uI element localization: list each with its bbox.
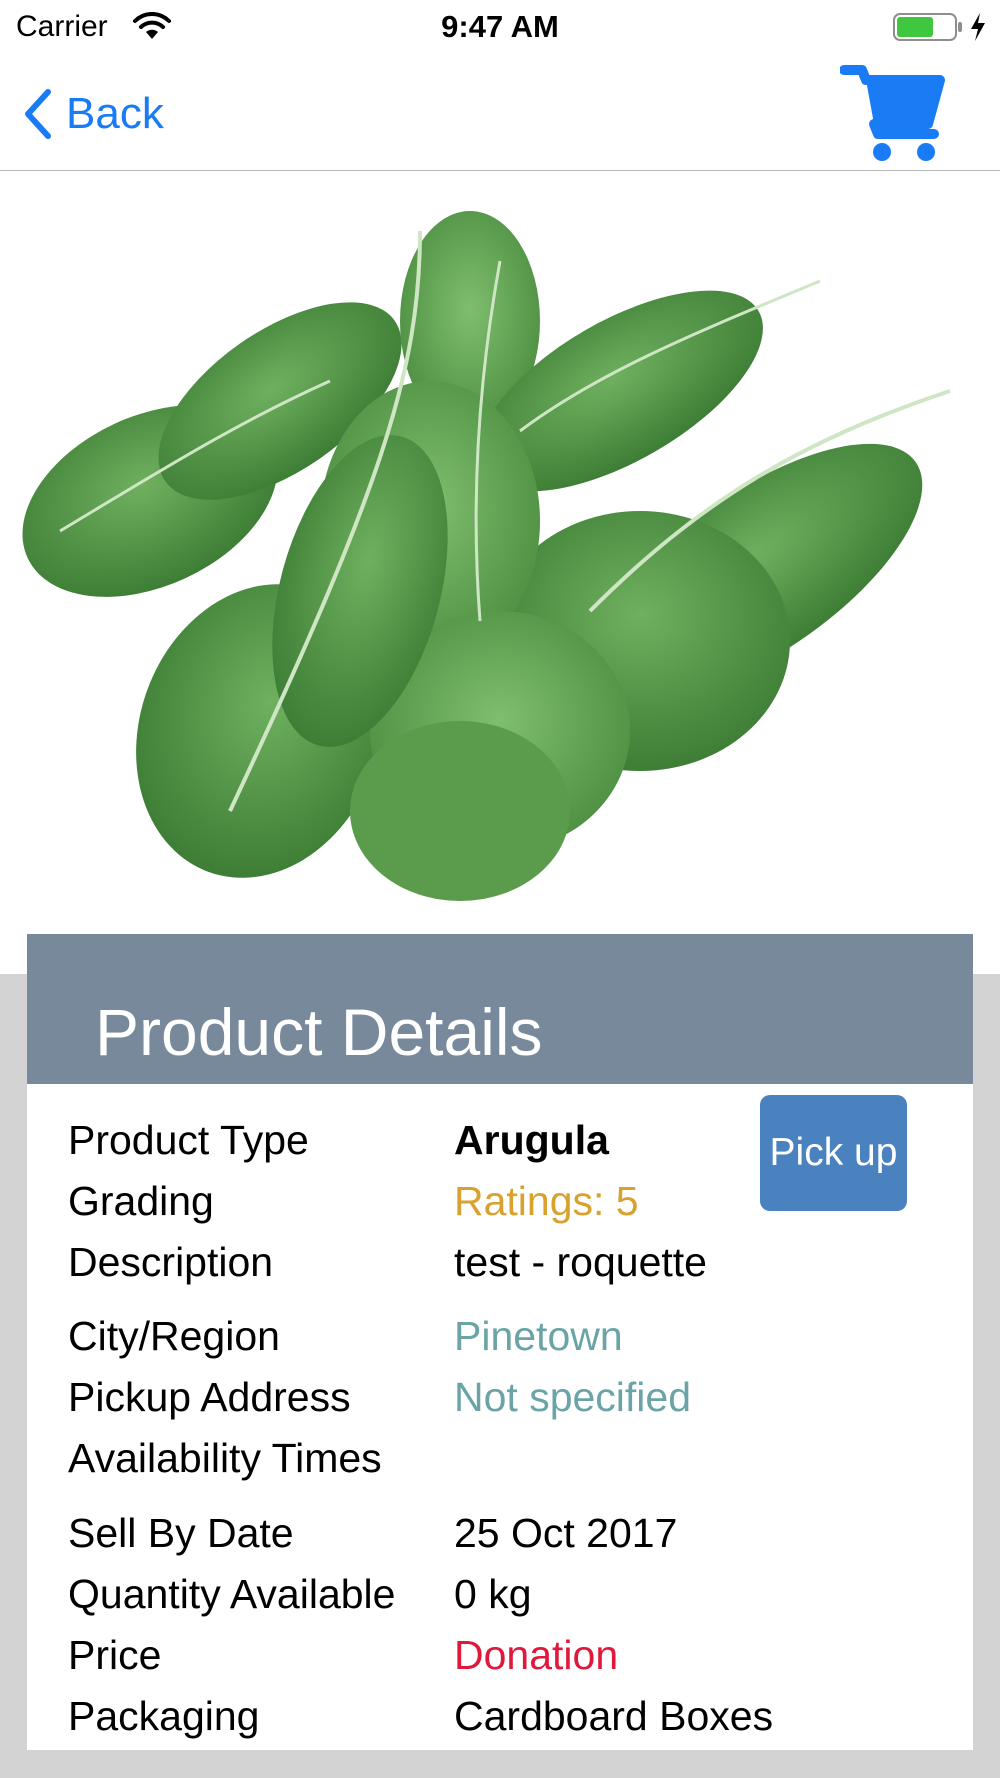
detail-label: Packaging: [68, 1693, 260, 1739]
detail-label: Product Type: [68, 1117, 309, 1163]
status-bar: Carrier 9:47 AM: [0, 0, 1000, 56]
pick-up-button[interactable]: Pick up: [760, 1095, 907, 1211]
charging-bolt-icon: [971, 13, 985, 41]
detail-label: Availability Times: [68, 1435, 382, 1481]
detail-value: Ratings: 5: [454, 1178, 639, 1224]
detail-value: Pinetown: [454, 1313, 623, 1359]
detail-label: Price: [68, 1632, 162, 1678]
product-image: [0, 171, 1000, 974]
detail-value: Not specified: [454, 1374, 692, 1420]
product-details-header: Product Details: [27, 934, 973, 1084]
detail-label: Quantity Available: [68, 1571, 396, 1617]
clock: 9:47 AM: [441, 9, 559, 44]
detail-label: Description: [68, 1239, 274, 1285]
navigation-bar: Back: [0, 56, 1000, 171]
back-button[interactable]: Back: [20, 86, 164, 142]
detail-value: Donation: [454, 1632, 619, 1678]
detail-label: Sell By Date: [68, 1510, 294, 1556]
chevron-left-icon: [25, 89, 51, 139]
battery-icon: [893, 13, 962, 41]
detail-label: City/Region: [68, 1313, 280, 1359]
detail-value: Arugula: [454, 1117, 609, 1163]
detail-label: Grading: [68, 1178, 214, 1224]
detail-value: 0 kg: [454, 1571, 532, 1617]
shopping-cart-icon[interactable]: [840, 60, 948, 164]
detail-label: Pickup Address: [68, 1374, 351, 1420]
detail-value: Cardboard Boxes: [454, 1693, 774, 1739]
product-details-title: Product Details: [95, 995, 543, 1069]
detail-value: test - roquette: [454, 1239, 707, 1285]
back-label: Back: [66, 89, 164, 138]
detail-value: 25 Oct 2017: [454, 1510, 678, 1556]
